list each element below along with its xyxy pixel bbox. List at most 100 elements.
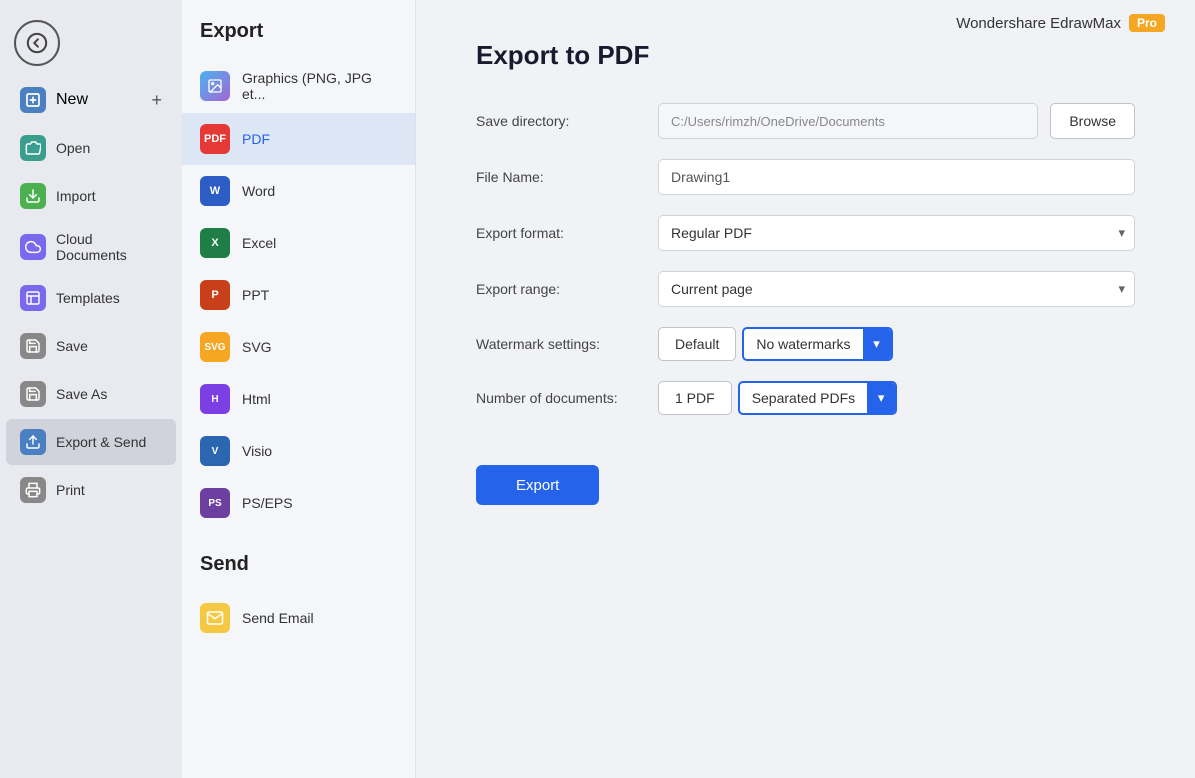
html-icon: H: [200, 384, 230, 414]
ppt-label: PPT: [242, 287, 269, 303]
export-item-ps[interactable]: PS PS/EPS: [182, 477, 415, 529]
watermark-selected-label: No watermarks: [744, 336, 862, 352]
app-title-bar: Wondershare EdrawMax Pro: [956, 14, 1165, 32]
export-item-email[interactable]: Send Email: [182, 592, 415, 644]
export-item-excel[interactable]: X Excel: [182, 217, 415, 269]
send-section: Send Send Email: [182, 553, 415, 644]
visio-label: Visio: [242, 443, 272, 459]
export-range-select[interactable]: Current page All pages Selected pages: [658, 271, 1135, 307]
export-btn-row: Export: [476, 435, 1135, 505]
sidebar-item-print-label: Print: [56, 482, 85, 498]
sidebar: New + Open Import Cloud Documents Templa…: [0, 0, 182, 778]
file-name-row: File Name:: [476, 159, 1135, 195]
export-item-html[interactable]: H Html: [182, 373, 415, 425]
num-docs-label: Number of documents:: [476, 390, 646, 406]
back-button[interactable]: [14, 20, 60, 66]
watermark-label: Watermark settings:: [476, 336, 646, 352]
templates-icon: [20, 285, 46, 311]
num-docs-dropdown-arrow: ▾: [867, 383, 895, 413]
watermark-btn-group: Default No watermarks ▾: [658, 327, 893, 361]
ps-label: PS/EPS: [242, 495, 293, 511]
sidebar-item-save-label: Save: [56, 338, 88, 354]
svg-label: SVG: [242, 339, 272, 355]
save-directory-input[interactable]: [658, 103, 1038, 139]
num-docs-option1-btn[interactable]: 1 PDF: [658, 381, 732, 415]
sidebar-item-save[interactable]: Save: [6, 323, 176, 369]
browse-button[interactable]: Browse: [1050, 103, 1135, 139]
sidebar-item-saveas[interactable]: Save As: [6, 371, 176, 417]
sidebar-item-templates[interactable]: Templates: [6, 275, 176, 321]
mid-panel: Export Graphics (PNG, JPG et... PDF PDF …: [182, 0, 416, 778]
watermark-row: Watermark settings: Default No watermark…: [476, 327, 1135, 361]
plus-icon: +: [151, 90, 162, 111]
watermark-dropdown-arrow: ▾: [863, 329, 891, 359]
email-icon: [200, 603, 230, 633]
file-name-input[interactable]: [658, 159, 1135, 195]
new-icon: [20, 87, 46, 113]
page-title: Export to PDF: [476, 40, 1135, 71]
excel-label: Excel: [242, 235, 276, 251]
export-format-wrapper: Regular PDF PDF/A PDF/X: [658, 215, 1135, 251]
export-item-pdf[interactable]: PDF PDF: [182, 113, 415, 165]
watermark-default-btn[interactable]: Default: [658, 327, 736, 361]
email-label: Send Email: [242, 610, 314, 626]
cloud-icon: [20, 234, 46, 260]
watermark-dropdown[interactable]: No watermarks ▾: [742, 327, 892, 361]
sidebar-item-export[interactable]: Export & Send: [6, 419, 176, 465]
sidebar-item-open-label: Open: [56, 140, 90, 156]
save-directory-row: Save directory: Browse: [476, 103, 1135, 139]
graphics-icon: [200, 71, 230, 101]
sidebar-item-new-label: New: [56, 91, 88, 109]
export-format-label: Export format:: [476, 225, 646, 241]
sidebar-item-saveas-label: Save As: [56, 386, 107, 402]
word-icon: W: [200, 176, 230, 206]
export-format-select[interactable]: Regular PDF PDF/A PDF/X: [658, 215, 1135, 251]
send-section-title: Send: [182, 553, 415, 592]
saveas-icon: [20, 381, 46, 407]
sidebar-item-cloud-label: Cloud Documents: [56, 231, 162, 263]
sidebar-item-export-label: Export & Send: [56, 434, 146, 450]
svg-icon: SVG: [200, 332, 230, 362]
print-icon: [20, 477, 46, 503]
export-button[interactable]: Export: [476, 465, 599, 505]
ppt-icon: P: [200, 280, 230, 310]
ps-icon: PS: [200, 488, 230, 518]
pdf-icon: PDF: [200, 124, 230, 154]
sidebar-item-import-label: Import: [56, 188, 96, 204]
word-label: Word: [242, 183, 275, 199]
sidebar-item-import[interactable]: Import: [6, 173, 176, 219]
open-icon: [20, 135, 46, 161]
export-range-row: Export range: Current page All pages Sel…: [476, 271, 1135, 307]
export-item-visio[interactable]: V Visio: [182, 425, 415, 477]
excel-icon: X: [200, 228, 230, 258]
import-icon: [20, 183, 46, 209]
num-docs-selected-label: Separated PDFs: [740, 390, 868, 406]
export-item-ppt[interactable]: P PPT: [182, 269, 415, 321]
visio-icon: V: [200, 436, 230, 466]
html-label: Html: [242, 391, 271, 407]
export-icon: [20, 429, 46, 455]
file-name-label: File Name:: [476, 169, 646, 185]
export-range-wrapper: Current page All pages Selected pages: [658, 271, 1135, 307]
export-item-word[interactable]: W Word: [182, 165, 415, 217]
sidebar-item-cloud[interactable]: Cloud Documents: [6, 221, 176, 273]
sidebar-item-new[interactable]: New +: [6, 77, 176, 123]
sidebar-item-open[interactable]: Open: [6, 125, 176, 171]
num-docs-row: Number of documents: 1 PDF Separated PDF…: [476, 381, 1135, 415]
main-content: Export to PDF Save directory: Browse Fil…: [416, 0, 1195, 778]
graphics-label: Graphics (PNG, JPG et...: [242, 70, 397, 102]
pro-badge: Pro: [1129, 14, 1165, 32]
save-icon: [20, 333, 46, 359]
save-directory-label: Save directory:: [476, 113, 646, 129]
pdf-label: PDF: [242, 131, 270, 147]
export-item-graphics[interactable]: Graphics (PNG, JPG et...: [182, 59, 415, 113]
export-item-svg[interactable]: SVG SVG: [182, 321, 415, 373]
sidebar-item-print[interactable]: Print: [6, 467, 176, 513]
export-section-title: Export: [182, 20, 415, 59]
export-range-label: Export range:: [476, 281, 646, 297]
app-name: Wondershare EdrawMax: [956, 15, 1121, 32]
num-docs-btn-group: 1 PDF Separated PDFs ▾: [658, 381, 897, 415]
num-docs-dropdown[interactable]: Separated PDFs ▾: [738, 381, 898, 415]
export-format-row: Export format: Regular PDF PDF/A PDF/X: [476, 215, 1135, 251]
sidebar-item-templates-label: Templates: [56, 290, 120, 306]
